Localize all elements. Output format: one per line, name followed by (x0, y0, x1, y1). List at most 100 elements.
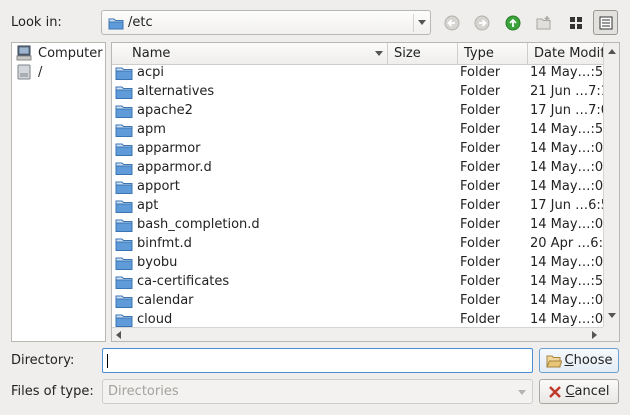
table-row[interactable]: apparmor Folder 14 May…:0 (112, 140, 603, 159)
table-row[interactable]: apparmor.d Folder 14 May…:0 (112, 159, 603, 178)
folder-icon (115, 199, 133, 217)
table-row[interactable]: calendar Folder 14 May…:0 (112, 292, 603, 311)
file-date: 14 May…:5 (530, 65, 603, 80)
table-row[interactable]: apt Folder 17 Jun …6:5 (112, 197, 603, 216)
choose-button[interactable]: Choose (539, 348, 619, 373)
cancel-label: Cancel (565, 384, 610, 399)
table-row[interactable]: ca-certificates Folder 14 May…:5 (112, 273, 603, 292)
file-type: Folder (460, 293, 501, 308)
cancel-button[interactable]: Cancel (539, 379, 619, 404)
folder-icon (115, 161, 133, 179)
file-name: apm (137, 122, 166, 137)
parent-directory-button[interactable] (500, 10, 525, 35)
table-row[interactable]: apport Folder 14 May…:0 (112, 178, 603, 197)
table-row[interactable]: apache2 Folder 17 Jun …7:0 (112, 102, 603, 121)
sidebar-item-label: Computer (38, 45, 103, 61)
folder-icon (115, 85, 133, 103)
table-row[interactable]: bash_completion.d Folder 14 May…:0 (112, 216, 603, 235)
table-row[interactable]: binfmt.d Folder 20 Apr …6: (112, 235, 603, 254)
file-name: calendar (137, 293, 194, 308)
table-row[interactable]: apm Folder 14 May…:5 (112, 121, 603, 140)
file-type: Folder (460, 274, 501, 289)
file-name: byobu (137, 255, 178, 270)
forward-button[interactable] (469, 10, 494, 35)
folder-icon (115, 294, 133, 312)
column-header: Name Size Type Date Modifi (112, 43, 619, 65)
file-type: Folder (460, 103, 501, 118)
sidebar-item-root[interactable]: / (16, 63, 42, 81)
file-date: 14 May…:0 (530, 312, 603, 327)
back-button[interactable] (439, 10, 464, 35)
back-arrow-icon (444, 15, 459, 30)
file-name: binfmt.d (137, 236, 192, 251)
file-type: Folder (460, 65, 501, 80)
file-date: 14 May…:0 (530, 179, 603, 194)
file-name: bash_completion.d (137, 217, 260, 232)
file-name: apt (137, 198, 159, 213)
grid-view-icon (569, 16, 582, 29)
horizontal-scrollbar[interactable] (112, 327, 603, 341)
file-list-view: Name Size Type Date Modifi acpi Folder 14 … (111, 42, 620, 342)
file-name: apache2 (137, 103, 193, 118)
column-date-header[interactable]: Date Modifi (528, 43, 603, 64)
scroll-left-icon (116, 331, 121, 339)
file-type: Folder (460, 198, 501, 213)
file-date: 14 May…:5 (530, 274, 603, 289)
scroll-right-icon (592, 331, 597, 339)
files-of-type-label: Files of type: (11, 384, 94, 399)
file-name: ca-certificates (137, 274, 230, 289)
file-type: Folder (460, 122, 501, 137)
file-type: Folder (460, 255, 501, 270)
folder-icon (115, 142, 133, 160)
sort-down-icon (375, 51, 383, 56)
vertical-scrollbar[interactable] (603, 43, 619, 327)
file-type: Folder (460, 160, 501, 175)
choose-label: Choose (564, 353, 613, 368)
look-in-label: Look in: (11, 15, 62, 30)
file-type: Folder (460, 141, 501, 156)
files-of-type-select: Directories (102, 379, 533, 404)
list-view-icon (599, 16, 612, 29)
table-row[interactable]: acpi Folder 14 May…:5 (112, 64, 603, 83)
folder-icon (108, 18, 124, 30)
directory-input[interactable] (102, 348, 533, 373)
file-name: apport (137, 179, 180, 194)
folder-icon (115, 218, 133, 236)
column-size-header[interactable]: Size (388, 43, 458, 64)
file-date: 20 Apr …6: (530, 236, 603, 251)
new-folder-button[interactable] (531, 10, 556, 35)
file-name: apparmor.d (137, 160, 212, 175)
sidebar-item-label: / (38, 64, 43, 80)
file-date: 17 Jun …6:5 (530, 198, 603, 213)
table-row[interactable]: alternatives Folder 21 Jun …7:1 (112, 83, 603, 102)
file-type: Folder (460, 236, 501, 251)
file-type: Folder (460, 84, 501, 99)
file-date: 21 Jun …7:1 (530, 84, 603, 99)
column-type-header[interactable]: Type (458, 43, 528, 64)
folder-icon (115, 275, 133, 293)
file-date: 17 Jun …7:0 (530, 103, 603, 118)
column-name-header[interactable]: Name (112, 43, 388, 64)
places-sidebar: Computer / (11, 42, 106, 342)
sidebar-item-computer[interactable]: Computer (16, 44, 103, 62)
folder-icon (115, 256, 133, 274)
file-name: apparmor (137, 141, 201, 156)
look-in-combo[interactable]: /etc (101, 10, 431, 35)
detail-view-button[interactable] (593, 10, 618, 35)
file-type: Folder (460, 312, 501, 327)
directory-label: Directory: (11, 353, 75, 368)
file-date: 14 May…:0 (530, 217, 603, 232)
file-type: Folder (460, 179, 501, 194)
open-folder-icon (545, 355, 562, 367)
scroll-down-icon (608, 313, 616, 318)
chevron-down-icon (418, 20, 426, 25)
table-row[interactable]: byobu Folder 14 May…:0 (112, 254, 603, 273)
folder-icon (115, 123, 133, 141)
file-date: 14 May…:5 (530, 122, 603, 137)
icon-view-button[interactable] (563, 10, 588, 35)
new-folder-icon (536, 15, 550, 29)
file-name: cloud (137, 312, 173, 327)
file-type: Folder (460, 217, 501, 232)
up-arrow-icon (505, 15, 520, 30)
file-name: acpi (137, 65, 164, 80)
